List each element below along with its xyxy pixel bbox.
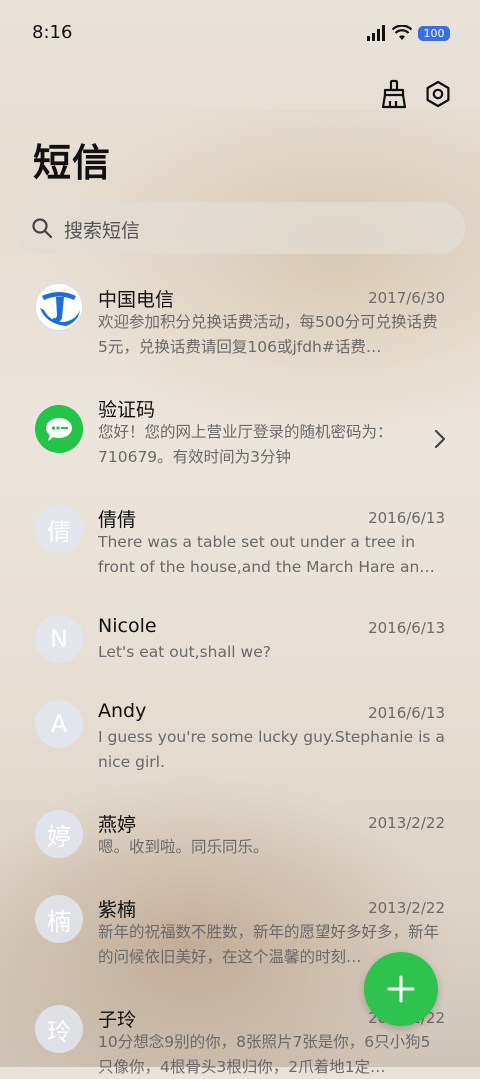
message-date: 2013/2/22: [368, 814, 445, 832]
contact-name: 子玲: [98, 1009, 137, 1031]
message-preview: I guess you're some lucky guy.Stephanie …: [98, 728, 445, 771]
search-bar[interactable]: 搜索短信: [15, 202, 465, 254]
conversation-row[interactable]: 中国电信 2017/6/30 欢迎参加积分兑换话费活动，每500分可兑换话费5元…: [0, 278, 480, 378]
avatar: 倩: [35, 505, 83, 553]
contact-name: 中国电信: [98, 289, 175, 311]
new-message-button[interactable]: [364, 952, 438, 1026]
conversation-row[interactable]: A Andy 2016/6/13 I guess you're some luc…: [0, 693, 480, 793]
search-placeholder: 搜索短信: [64, 220, 141, 242]
wifi-icon: [392, 25, 412, 40]
message-date: 2016/6/13: [368, 509, 445, 527]
message-bubble-icon: [35, 405, 83, 453]
status-icons: 100: [366, 22, 450, 44]
message-date: 2017/6/30: [368, 289, 445, 307]
contact-name: 紫楠: [98, 899, 137, 921]
clean-button[interactable]: [376, 76, 412, 112]
status-bar: 8:16 100: [0, 0, 480, 66]
conversation-row[interactable]: 倩 倩倩 2016/6/13 There was a table set out…: [0, 498, 480, 598]
avatar: A: [35, 700, 83, 748]
avatar: 楠: [35, 895, 83, 943]
status-time: 8:16: [32, 22, 73, 43]
contact-name: Andy: [98, 700, 147, 722]
message-preview: 欢迎参加积分兑换话费活动，每500分可兑换话费5元，兑换话费请回复106或jfd…: [98, 313, 438, 356]
message-date: 2016/6/13: [368, 704, 445, 722]
contact-name: 燕婷: [98, 814, 137, 836]
contact-name: 验证码: [98, 399, 156, 421]
avatar: N: [35, 615, 83, 663]
chevron-right-icon[interactable]: [433, 428, 447, 450]
message-date: 2013/2/22: [368, 899, 445, 917]
message-preview: 您好！您的网上营业厅登录的随机密码为：710679。有效时间为3分钟: [98, 423, 393, 466]
avatar: 玲: [35, 1005, 83, 1053]
settings-button[interactable]: [420, 76, 456, 112]
message-preview: 嗯。收到啦。同乐同乐。: [98, 838, 269, 856]
gear-icon: [426, 80, 450, 108]
message-preview: 10分想念9别的你，8张照片7张是你，6只小狗5只像你，4根骨头3根归你，2爪着…: [98, 1033, 431, 1076]
message-date: 2016/6/13: [368, 619, 445, 637]
message-preview: There was a table set out under a tree i…: [98, 533, 435, 576]
conversation-row[interactable]: 验证码 您好！您的网上营业厅登录的随机密码为：710679。有效时间为3分钟: [0, 388, 480, 488]
china-telecom-logo: [35, 283, 83, 331]
broom-icon: [381, 79, 407, 109]
signal-icon: [367, 25, 385, 41]
contact-name: Nicole: [98, 615, 157, 637]
conversation-row[interactable]: N Nicole 2016/6/13 Let's eat out,shall w…: [0, 608, 480, 683]
page-title: 短信: [33, 141, 112, 185]
conversation-row[interactable]: 婷 燕婷 2013/2/22 嗯。收到啦。同乐同乐。: [0, 803, 480, 878]
avatar: 婷: [35, 810, 83, 858]
plus-icon: [387, 975, 415, 1003]
contact-name: 倩倩: [98, 509, 137, 531]
search-icon: [32, 218, 53, 239]
battery-icon: 100: [418, 25, 450, 41]
message-preview: Let's eat out,shall we?: [98, 643, 271, 661]
